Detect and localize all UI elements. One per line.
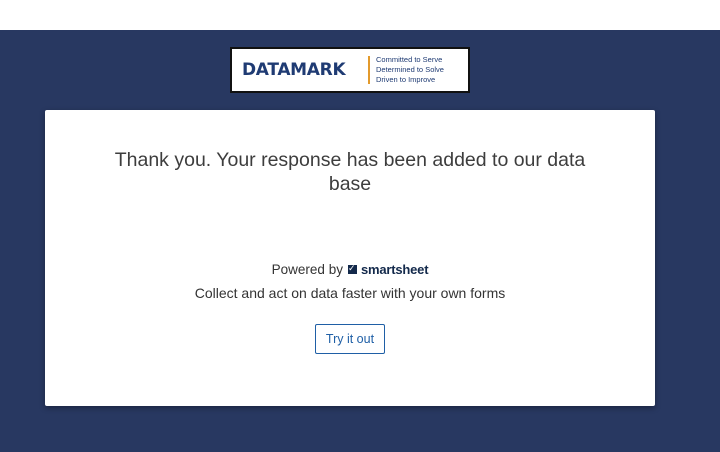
powered-by: Powered by smartsheet [45,262,655,277]
smartsheet-logo-icon [347,262,357,274]
confirmation-message: Thank you. Your response has been added … [114,149,586,195]
confirmation-card: Thank you. Your response has been added … [45,110,655,406]
logo-wordmark: DATAMARK [242,60,346,80]
logo-tagline: Committed to Serve [376,55,443,64]
logo-tagline: Determined to Solve [376,65,444,74]
smartsheet-brand[interactable]: smartsheet [347,262,429,277]
datamark-logo: DATAMARK Committed to Serve Determined t… [230,47,470,93]
powered-by-label: Powered by [271,262,343,277]
smartsheet-name: smartsheet [360,262,429,277]
top-strip [0,0,720,30]
logo-taglines: Committed to Serve Determined to Solve D… [376,55,444,85]
try-it-out-button[interactable]: Try it out [315,324,385,354]
promo-text: Collect and act on data faster with your… [194,285,506,301]
logo-tagline: Driven to Improve [376,75,436,84]
logo-divider [368,56,370,84]
